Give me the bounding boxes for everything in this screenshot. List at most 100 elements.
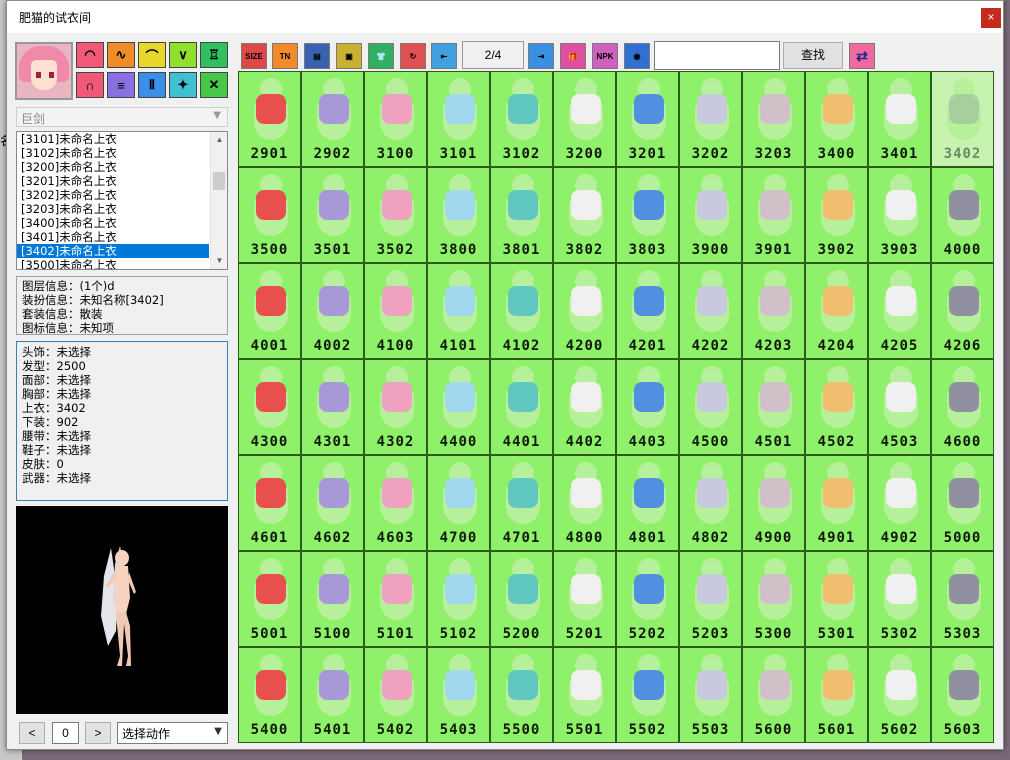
item-cell[interactable]: 4601 xyxy=(238,455,301,551)
item-cell[interactable]: 3200 xyxy=(553,71,616,167)
item-cell[interactable]: 3800 xyxy=(427,167,490,263)
item-cell[interactable]: 5601 xyxy=(805,647,868,743)
category-button[interactable]: ⌒ xyxy=(138,42,166,68)
item-cell[interactable]: 5101 xyxy=(364,551,427,647)
category-button[interactable]: ∨ xyxy=(169,42,197,68)
item-cell[interactable]: 5503 xyxy=(679,647,742,743)
item-cell[interactable]: 4300 xyxy=(238,359,301,455)
category-button[interactable]: ∿ xyxy=(107,42,135,68)
item-cell[interactable]: 4902 xyxy=(868,455,931,551)
list-item[interactable]: [3203]未命名上衣 xyxy=(17,202,227,216)
item-cell[interactable]: 5401 xyxy=(301,647,364,743)
export-icon[interactable]: ⇥ xyxy=(528,43,554,69)
item-cell[interactable]: 5303 xyxy=(931,551,994,647)
item-cell[interactable]: 3102 xyxy=(490,71,553,167)
refresh-icon[interactable]: ↻ xyxy=(400,43,426,69)
item-cell[interactable]: 4502 xyxy=(805,359,868,455)
item-cell[interactable]: 3202 xyxy=(679,71,742,167)
item-cell[interactable]: 4204 xyxy=(805,263,868,359)
item-cell[interactable]: 3801 xyxy=(490,167,553,263)
item-cell[interactable]: 4205 xyxy=(868,263,931,359)
globe-icon[interactable]: ◉ xyxy=(624,43,650,69)
item-cell[interactable]: 4301 xyxy=(301,359,364,455)
list-item[interactable]: [3200]未命名上衣 xyxy=(17,160,227,174)
item-cell[interactable]: 5200 xyxy=(490,551,553,647)
item-cell[interactable]: 4500 xyxy=(679,359,742,455)
npk-icon[interactable]: NPK xyxy=(592,43,618,69)
list-item[interactable]: [3500]未命名上衣 xyxy=(17,258,227,269)
category-button[interactable]: ✦ xyxy=(169,72,197,98)
item-cell[interactable]: 4503 xyxy=(868,359,931,455)
item-cell[interactable]: 4901 xyxy=(805,455,868,551)
tn-icon[interactable]: TN xyxy=(272,43,298,69)
item-cell[interactable]: 4800 xyxy=(553,455,616,551)
prev-frame-button[interactable]: < xyxy=(19,722,45,744)
scroll-down-icon[interactable]: ▼ xyxy=(211,253,227,269)
list-scrollbar[interactable]: ▲ ▼ xyxy=(210,132,227,269)
item-cell[interactable]: 4206 xyxy=(931,263,994,359)
item-cell[interactable]: 4203 xyxy=(742,263,805,359)
item-cell[interactable]: 4701 xyxy=(490,455,553,551)
item-cell[interactable]: 4201 xyxy=(616,263,679,359)
item-cell[interactable]: 4603 xyxy=(364,455,427,551)
item-cell[interactable]: 5201 xyxy=(553,551,616,647)
item-cell[interactable]: 4402 xyxy=(553,359,616,455)
item-cell[interactable]: 4100 xyxy=(364,263,427,359)
item-cell[interactable]: 4302 xyxy=(364,359,427,455)
item-cell[interactable]: 5302 xyxy=(868,551,931,647)
list-item[interactable]: [3401]未命名上衣 xyxy=(17,230,227,244)
item-cell[interactable]: 4102 xyxy=(490,263,553,359)
item-cell[interactable]: 5100 xyxy=(301,551,364,647)
item-cell[interactable]: 3100 xyxy=(364,71,427,167)
item-cell[interactable]: 3803 xyxy=(616,167,679,263)
item-cell[interactable]: 5602 xyxy=(868,647,931,743)
search-input[interactable] xyxy=(654,41,780,70)
item-cell[interactable]: 3900 xyxy=(679,167,742,263)
item-cell[interactable]: 3500 xyxy=(238,167,301,263)
item-cell[interactable]: 3203 xyxy=(742,71,805,167)
item-cell[interactable]: 3101 xyxy=(427,71,490,167)
item-cell[interactable]: 2902 xyxy=(301,71,364,167)
item-cell[interactable]: 3902 xyxy=(805,167,868,263)
item-cell[interactable]: 5603 xyxy=(931,647,994,743)
shirt-icon[interactable]: 👕 xyxy=(368,43,394,69)
item-cell[interactable]: 4700 xyxy=(427,455,490,551)
item-cell[interactable]: 4202 xyxy=(679,263,742,359)
category-button[interactable]: ∩ xyxy=(76,72,104,98)
item-cell[interactable]: 3502 xyxy=(364,167,427,263)
weapon-combo[interactable]: 巨剑 ▼ xyxy=(16,107,228,127)
item-cell[interactable]: 3401 xyxy=(868,71,931,167)
item-cell[interactable]: 5202 xyxy=(616,551,679,647)
item-cell[interactable]: 3400 xyxy=(805,71,868,167)
item-cell[interactable]: 3201 xyxy=(616,71,679,167)
item-cell[interactable]: 5301 xyxy=(805,551,868,647)
item-cell[interactable]: 5501 xyxy=(553,647,616,743)
list-item[interactable]: [3400]未命名上衣 xyxy=(17,216,227,230)
item-cell[interactable]: 4002 xyxy=(301,263,364,359)
item-listbox[interactable]: [3101]未命名上衣 [3102]未命名上衣 [3200]未命名上衣 [3201]未… xyxy=(16,131,228,270)
item-cell[interactable]: 4001 xyxy=(238,263,301,359)
item-cell[interactable]: 4200 xyxy=(553,263,616,359)
item-cell[interactable]: 4900 xyxy=(742,455,805,551)
action-select[interactable]: 选择动作 ▼ xyxy=(117,722,228,744)
item-cell[interactable]: 2901 xyxy=(238,71,301,167)
list-item[interactable]: [3101]未命名上衣 xyxy=(17,132,227,146)
shuffle-icon[interactable]: ⇄ xyxy=(849,43,875,69)
item-cell[interactable]: 5502 xyxy=(616,647,679,743)
item-cell[interactable]: 5001 xyxy=(238,551,301,647)
item-cell[interactable]: 5500 xyxy=(490,647,553,743)
item-cell[interactable]: 4602 xyxy=(301,455,364,551)
item-cell[interactable]: 4101 xyxy=(427,263,490,359)
category-button[interactable]: ◠ xyxy=(76,42,104,68)
frame-number-field[interactable]: 0 xyxy=(52,722,79,744)
list-item[interactable]: [3202]未命名上衣 xyxy=(17,188,227,202)
item-cell[interactable]: 3802 xyxy=(553,167,616,263)
item-cell[interactable]: 3501 xyxy=(301,167,364,263)
item-cell[interactable]: 5300 xyxy=(742,551,805,647)
category-button[interactable]: Ⅱ xyxy=(138,72,166,98)
list-item[interactable]: [3402]未命名上衣 xyxy=(17,244,209,258)
item-cell[interactable]: 3901 xyxy=(742,167,805,263)
item-cell[interactable]: 5400 xyxy=(238,647,301,743)
list-item[interactable]: [3201]未命名上衣 xyxy=(17,174,227,188)
item-cell[interactable]: 4501 xyxy=(742,359,805,455)
